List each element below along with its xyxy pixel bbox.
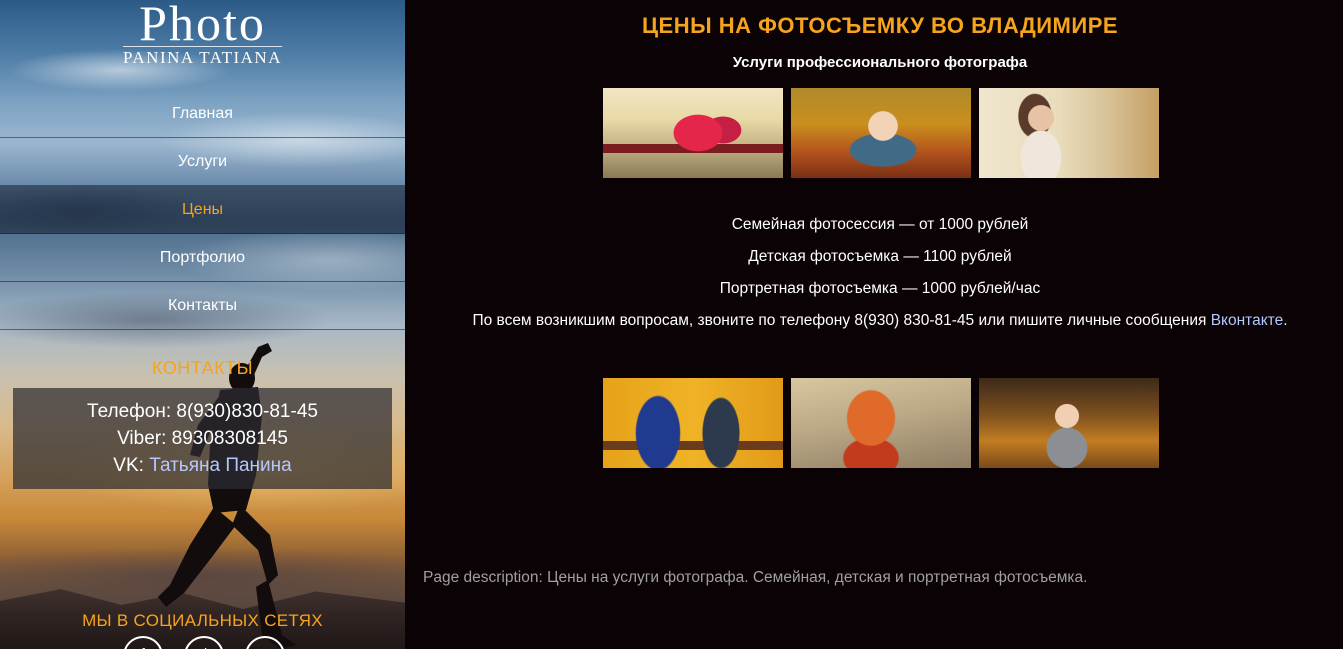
price-portrait: Портретная фотосъемка — 1000 рублей/час (719, 280, 1041, 297)
contact-viber: Viber: 89308308145 (117, 428, 288, 449)
contact-vk: VK: Татьяна Панина (13, 452, 392, 479)
contact-phone: Телефон: 8(930)830-81-45 (87, 401, 318, 422)
page-title: ЦЕНЫ НА ФОТОСЪЕМКУ ВО ВЛАДИМИРЕ (641, 13, 1119, 38)
vk-profile-link[interactable]: Татьяна Панина (149, 455, 292, 476)
contact-vk-prefix: VK: (113, 455, 144, 476)
main-nav: Главная Услуги Цены Портфолио Контакты (0, 90, 405, 330)
photo-child-leaves[interactable] (791, 88, 971, 178)
contact-note: По всем возникшим вопросам, звоните по т… (405, 312, 1343, 330)
site-logo[interactable]: Photo PANINA TATIANA (0, 0, 405, 68)
contacts-heading: КОНТАКТЫ (151, 358, 254, 378)
contact-note-tail: . (1283, 312, 1288, 329)
photo-couple-yellow[interactable] (603, 378, 783, 468)
sidebar: Photo PANINA TATIANA Главная Услуги Цены… (0, 0, 405, 649)
nav-item-contacts[interactable]: Контакты (0, 282, 405, 330)
price-family: Семейная фотосессия — от 1000 рублей (731, 216, 1029, 233)
vkontakte-link[interactable]: Вконтакте (1211, 312, 1284, 329)
photo-girl-sunglasses[interactable] (791, 378, 971, 468)
photo-family-bench[interactable] (603, 88, 783, 178)
photo-woman-portrait[interactable] (979, 88, 1159, 178)
price-children: Детская фотосъемка — 1100 рублей (748, 248, 1012, 265)
social-heading: МЫ В СОЦИАЛЬНЫХ СЕТЯХ (82, 611, 323, 630)
nav-item-prices[interactable]: Цены (0, 186, 405, 234)
nav-item-portfolio[interactable]: Портфолио (0, 234, 405, 282)
page-subtitle: Услуги профессионального фотографа (732, 54, 1028, 71)
contacts-box: Телефон: 8(930)830-81-45 Viber: 89308308… (13, 388, 392, 489)
nav-item-services[interactable]: Услуги (0, 138, 405, 186)
logo-title: Photo (139, 0, 266, 51)
logo-subtitle: PANINA TATIANA (123, 46, 282, 67)
nav-item-home[interactable]: Главная (0, 90, 405, 138)
jumping-man-silhouette (158, 343, 296, 649)
contact-note-text: По всем возникшим вопросам, звоните по т… (472, 312, 1207, 329)
page-description: Page description: Цены на услуги фотогра… (423, 569, 1088, 586)
main-content: ЦЕНЫ НА ФОТОСЪЕМКУ ВО ВЛАДИМИРЕ Услуги п… (405, 0, 1343, 649)
photo-boy-park[interactable] (979, 378, 1159, 468)
